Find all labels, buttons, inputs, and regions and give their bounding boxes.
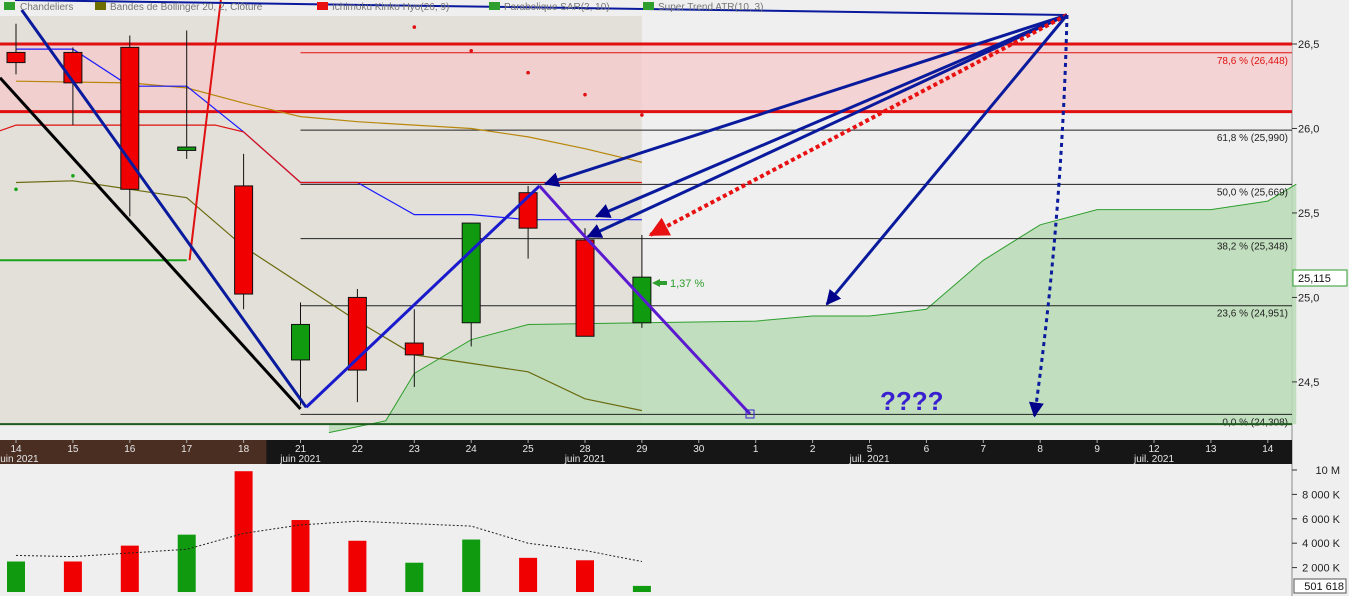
x-tick-label: 16 bbox=[124, 444, 136, 455]
x-tick-label: 7 bbox=[981, 444, 987, 455]
x-tick-label: 13 bbox=[1205, 444, 1217, 455]
fibonacci-label: 50,0 % (25,669) bbox=[1217, 187, 1288, 198]
legend-chandeliers: Chandeliers bbox=[20, 2, 73, 13]
question-marks-label: ???? bbox=[880, 386, 944, 416]
fibonacci-label: 61,8 % (25,990) bbox=[1217, 133, 1288, 144]
x-tick-label: 8 bbox=[1037, 444, 1043, 455]
fibonacci-label: 23,6 % (24,951) bbox=[1217, 309, 1288, 320]
x-tick-label: 29 bbox=[636, 444, 648, 455]
current-volume-label: 501 618 bbox=[1304, 581, 1344, 593]
volume-bar bbox=[632, 585, 651, 592]
month-label: juil. 2021 bbox=[848, 454, 889, 465]
volume-bar bbox=[519, 557, 538, 592]
volume-bar bbox=[405, 562, 424, 592]
x-tick-label: 24 bbox=[466, 444, 478, 455]
x-tick-label: 23 bbox=[409, 444, 421, 455]
fibonacci-label: 38,2 % (25,348) bbox=[1217, 242, 1288, 253]
x-tick-label: 22 bbox=[352, 444, 364, 455]
candle-body bbox=[6, 51, 26, 64]
x-tick-label: 9 bbox=[1094, 444, 1100, 455]
month-label: juin 2021 bbox=[564, 454, 606, 465]
current-price-label: 25,115 bbox=[1298, 273, 1331, 285]
x-tick-label: 15 bbox=[67, 444, 79, 455]
volume-tick-label: 2 000 K bbox=[1302, 563, 1341, 575]
parabolic-sar-dot bbox=[412, 25, 417, 29]
stock-chart: 78,6 % (26,448) 61,8 % (25,990) 50,0 % (25… bbox=[0, 0, 1349, 596]
legend-parabolic-sar: Parabolique SAR(2, 10) bbox=[504, 2, 610, 13]
month-label: juil. 2021 bbox=[1133, 454, 1174, 465]
candle-body bbox=[291, 323, 310, 361]
volume-tick-label: 8 000 K bbox=[1302, 489, 1341, 501]
candle-body bbox=[234, 185, 254, 295]
legend-bollinger: Bandes de Bollinger 20, 2, Clôture bbox=[110, 2, 263, 13]
parabolic-sar-dot bbox=[469, 48, 474, 53]
volume-bar bbox=[7, 561, 25, 592]
legend-swatch bbox=[95, 2, 106, 10]
x-tick-label: 18 bbox=[238, 444, 250, 455]
resistance-zone bbox=[0, 44, 1292, 112]
x-tick-label: 30 bbox=[693, 444, 705, 455]
parabolic-sar-dot bbox=[526, 70, 530, 75]
candle-body bbox=[575, 239, 595, 337]
price-tick-label: 25,5 bbox=[1298, 208, 1319, 220]
volume-bar bbox=[462, 539, 481, 592]
x-tick-label: 14 bbox=[1262, 444, 1274, 455]
price-tick-label: 24,5 bbox=[1298, 377, 1319, 389]
legend-super-trend: Super Trend ATR(10, 3) bbox=[658, 2, 763, 13]
legend-ichimoku: Ichimoku Kinko Hyo(26, 9) bbox=[332, 2, 449, 13]
price-tick-label: 25,0 bbox=[1298, 292, 1319, 304]
parabolic-sar-dot bbox=[14, 187, 18, 192]
percent-change-label: 1,37 % bbox=[670, 278, 704, 290]
volume-bar bbox=[234, 471, 253, 592]
x-tick-label: 17 bbox=[181, 444, 193, 455]
volume-bar bbox=[348, 540, 367, 592]
parabolic-sar-dot bbox=[640, 113, 644, 117]
x-tick-label: 2 bbox=[810, 444, 816, 455]
volume-bar bbox=[576, 560, 594, 592]
volume-bar bbox=[291, 520, 310, 592]
candle-body bbox=[177, 146, 197, 151]
parabolic-sar-dot bbox=[583, 92, 587, 97]
month-label: juin 2021 bbox=[0, 454, 39, 465]
volume-bar bbox=[63, 561, 82, 592]
candle-body bbox=[63, 51, 83, 84]
legend-swatch bbox=[643, 2, 654, 10]
parabolic-sar-dot bbox=[71, 173, 75, 178]
price-tick-label: 26,0 bbox=[1298, 123, 1319, 135]
candle-body bbox=[461, 222, 481, 324]
fibonacci-label: 78,6 % (26,448) bbox=[1217, 56, 1288, 67]
volume-tick-label: 4 000 K bbox=[1302, 538, 1341, 550]
x-tick-label: 1 bbox=[753, 444, 759, 455]
legend-swatch bbox=[489, 2, 500, 10]
candle-body bbox=[404, 342, 424, 356]
price-tick-label: 26,5 bbox=[1298, 39, 1319, 51]
month-label: juin 2021 bbox=[279, 454, 321, 465]
x-tick-label: 25 bbox=[523, 444, 535, 455]
volume-bar bbox=[177, 534, 196, 592]
x-tick-label: 6 bbox=[924, 444, 930, 455]
legend-swatch bbox=[4, 2, 15, 10]
fibonacci-label: 0,0 % (24,308) bbox=[1222, 417, 1288, 428]
volume-tick-label: 6 000 K bbox=[1302, 514, 1341, 526]
volume-tick-label: 10 M bbox=[1316, 465, 1340, 477]
legend-swatch bbox=[317, 2, 328, 10]
